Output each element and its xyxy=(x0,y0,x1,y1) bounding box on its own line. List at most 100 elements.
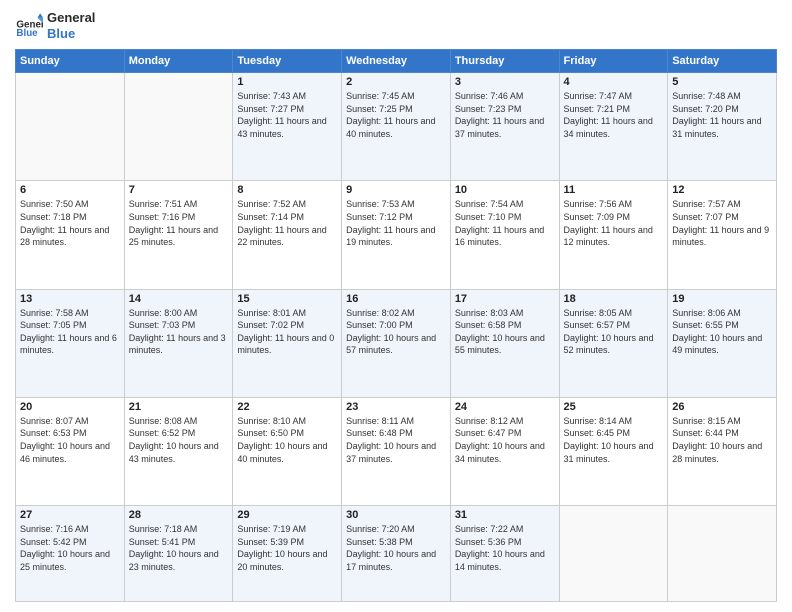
daylight-text: Daylight: 10 hours and 55 minutes. xyxy=(455,332,555,357)
calendar-cell xyxy=(16,73,125,181)
sunset-text: Sunset: 7:27 PM xyxy=(237,103,337,116)
day-number: 24 xyxy=(455,401,555,413)
calendar-cell: 3Sunrise: 7:46 AMSunset: 7:23 PMDaylight… xyxy=(450,73,559,181)
logo-icon: General Blue xyxy=(15,12,43,40)
day-info: Sunrise: 8:05 AMSunset: 6:57 PMDaylight:… xyxy=(564,307,664,357)
header: General Blue General Blue xyxy=(15,10,777,41)
sunrise-text: Sunrise: 7:52 AM xyxy=(237,198,337,211)
day-number: 16 xyxy=(346,293,446,305)
day-number: 31 xyxy=(455,509,555,521)
daylight-text: Daylight: 10 hours and 57 minutes. xyxy=(346,332,446,357)
calendar-cell: 17Sunrise: 8:03 AMSunset: 6:58 PMDayligh… xyxy=(450,289,559,397)
calendar-cell: 28 Sunrise: 7:18 AMSunset: 5:41 PMDayligh… xyxy=(124,506,233,602)
day-info: Sunrise: 7:54 AMSunset: 7:10 PMDaylight:… xyxy=(455,198,555,248)
day-number: 28 xyxy=(129,509,229,521)
daylight-text: Daylight: 11 hours and 31 minutes. xyxy=(672,115,772,140)
weekday-header: Friday xyxy=(559,50,668,73)
sunset-text: Sunset: 6:52 PM xyxy=(129,427,229,440)
day-number: 20 xyxy=(20,401,120,413)
calendar-cell: 2 Sunrise: 7:45 AMSunset: 7:25 PMDaylight… xyxy=(342,73,451,181)
day-number: 22 xyxy=(237,401,337,413)
day-number: 15 xyxy=(237,293,337,305)
day-info: Sunrise: 8:01 AMSunset: 7:02 PMDaylight:… xyxy=(237,307,337,357)
day-number: 27 xyxy=(20,509,120,521)
weekday-header: Sunday xyxy=(16,50,125,73)
daylight-text: Daylight: 10 hours and 46 minutes. xyxy=(20,440,120,465)
day-number: 14 xyxy=(129,293,229,305)
day-info: Sunrise: 7:18 AMSunset: 5:41 PMDaylight:… xyxy=(129,523,229,573)
calendar-cell: 16 Sunrise: 8:02 AMSunset: 7:00 PMDayligh… xyxy=(342,289,451,397)
sunset-text: Sunset: 6:48 PM xyxy=(346,427,446,440)
day-number: 26 xyxy=(672,401,772,413)
weekday-header: Wednesday xyxy=(342,50,451,73)
calendar-cell: 11Sunrise: 7:56 AMSunset: 7:09 PMDayligh… xyxy=(559,181,668,289)
day-info: Sunrise: 7:50 AMSunset: 7:18 PMDaylight:… xyxy=(20,198,120,248)
day-info: Sunrise: 7:20 AMSunset: 5:38 PMDaylight:… xyxy=(346,523,446,573)
day-info: Sunrise: 8:02 AMSunset: 7:00 PMDaylight:… xyxy=(346,307,446,357)
weekday-header: Tuesday xyxy=(233,50,342,73)
sunrise-text: Sunrise: 8:03 AM xyxy=(455,307,555,320)
sunset-text: Sunset: 7:12 PM xyxy=(346,211,446,224)
day-number: 25 xyxy=(564,401,664,413)
calendar-cell: 13Sunrise: 7:58 AMSunset: 7:05 PMDayligh… xyxy=(16,289,125,397)
sunset-text: Sunset: 7:14 PM xyxy=(237,211,337,224)
sunset-text: Sunset: 7:16 PM xyxy=(129,211,229,224)
sunset-text: Sunset: 6:44 PM xyxy=(672,427,772,440)
calendar-cell: 22 Sunrise: 8:10 AMSunset: 6:50 PMDayligh… xyxy=(233,397,342,505)
daylight-text: Daylight: 10 hours and 37 minutes. xyxy=(346,440,446,465)
sunrise-text: Sunrise: 7:46 AM xyxy=(455,90,555,103)
day-number: 23 xyxy=(346,401,446,413)
calendar-cell: 5Sunrise: 7:48 AMSunset: 7:20 PMDaylight… xyxy=(668,73,777,181)
day-number: 18 xyxy=(564,293,664,305)
daylight-text: Daylight: 11 hours and 12 minutes. xyxy=(564,224,664,249)
daylight-text: Daylight: 10 hours and 23 minutes. xyxy=(129,548,229,573)
day-number: 6 xyxy=(20,184,120,196)
daylight-text: Daylight: 11 hours and 6 minutes. xyxy=(20,332,120,357)
day-number: 2 xyxy=(346,76,446,88)
sunrise-text: Sunrise: 8:14 AM xyxy=(564,415,664,428)
sunset-text: Sunset: 7:21 PM xyxy=(564,103,664,116)
daylight-text: Daylight: 11 hours and 9 minutes. xyxy=(672,224,772,249)
sunrise-text: Sunrise: 7:54 AM xyxy=(455,198,555,211)
sunset-text: Sunset: 7:20 PM xyxy=(672,103,772,116)
sunrise-text: Sunrise: 7:53 AM xyxy=(346,198,446,211)
sunset-text: Sunset: 6:45 PM xyxy=(564,427,664,440)
sunset-text: Sunset: 6:50 PM xyxy=(237,427,337,440)
calendar-cell xyxy=(559,506,668,602)
sunset-text: Sunset: 7:05 PM xyxy=(20,319,120,332)
sunrise-text: Sunrise: 8:11 AM xyxy=(346,415,446,428)
daylight-text: Daylight: 11 hours and 43 minutes. xyxy=(237,115,337,140)
day-info: Sunrise: 8:15 AMSunset: 6:44 PMDaylight:… xyxy=(672,415,772,465)
daylight-text: Daylight: 11 hours and 28 minutes. xyxy=(20,224,120,249)
daylight-text: Daylight: 10 hours and 31 minutes. xyxy=(564,440,664,465)
day-number: 10 xyxy=(455,184,555,196)
calendar-cell: 4Sunrise: 7:47 AMSunset: 7:21 PMDaylight… xyxy=(559,73,668,181)
calendar: SundayMondayTuesdayWednesdayThursdayFrid… xyxy=(15,49,777,602)
sunrise-text: Sunrise: 7:58 AM xyxy=(20,307,120,320)
day-info: Sunrise: 7:56 AMSunset: 7:09 PMDaylight:… xyxy=(564,198,664,248)
sunset-text: Sunset: 6:53 PM xyxy=(20,427,120,440)
calendar-cell: 9Sunrise: 7:53 AMSunset: 7:12 PMDaylight… xyxy=(342,181,451,289)
day-number: 12 xyxy=(672,184,772,196)
sunrise-text: Sunrise: 7:16 AM xyxy=(20,523,120,536)
day-number: 9 xyxy=(346,184,446,196)
sunrise-text: Sunrise: 7:56 AM xyxy=(564,198,664,211)
sunrise-text: Sunrise: 7:47 AM xyxy=(564,90,664,103)
day-number: 21 xyxy=(129,401,229,413)
day-number: 19 xyxy=(672,293,772,305)
day-number: 3 xyxy=(455,76,555,88)
calendar-cell: 26 Sunrise: 8:15 AMSunset: 6:44 PMDayligh… xyxy=(668,397,777,505)
calendar-cell: 29Sunrise: 7:19 AMSunset: 5:39 PMDayligh… xyxy=(233,506,342,602)
calendar-cell: 18 Sunrise: 8:05 AMSunset: 6:57 PMDayligh… xyxy=(559,289,668,397)
day-info: Sunrise: 7:47 AMSunset: 7:21 PMDaylight:… xyxy=(564,90,664,140)
day-number: 5 xyxy=(672,76,772,88)
calendar-cell: 1Sunrise: 7:43 AMSunset: 7:27 PMDaylight… xyxy=(233,73,342,181)
day-info: Sunrise: 7:45 AMSunset: 7:25 PMDaylight:… xyxy=(346,90,446,140)
day-info: Sunrise: 8:08 AMSunset: 6:52 PMDaylight:… xyxy=(129,415,229,465)
weekday-header: Saturday xyxy=(668,50,777,73)
calendar-cell xyxy=(668,506,777,602)
sunset-text: Sunset: 7:02 PM xyxy=(237,319,337,332)
day-info: Sunrise: 8:10 AMSunset: 6:50 PMDaylight:… xyxy=(237,415,337,465)
day-number: 7 xyxy=(129,184,229,196)
sunset-text: Sunset: 5:36 PM xyxy=(455,536,555,549)
